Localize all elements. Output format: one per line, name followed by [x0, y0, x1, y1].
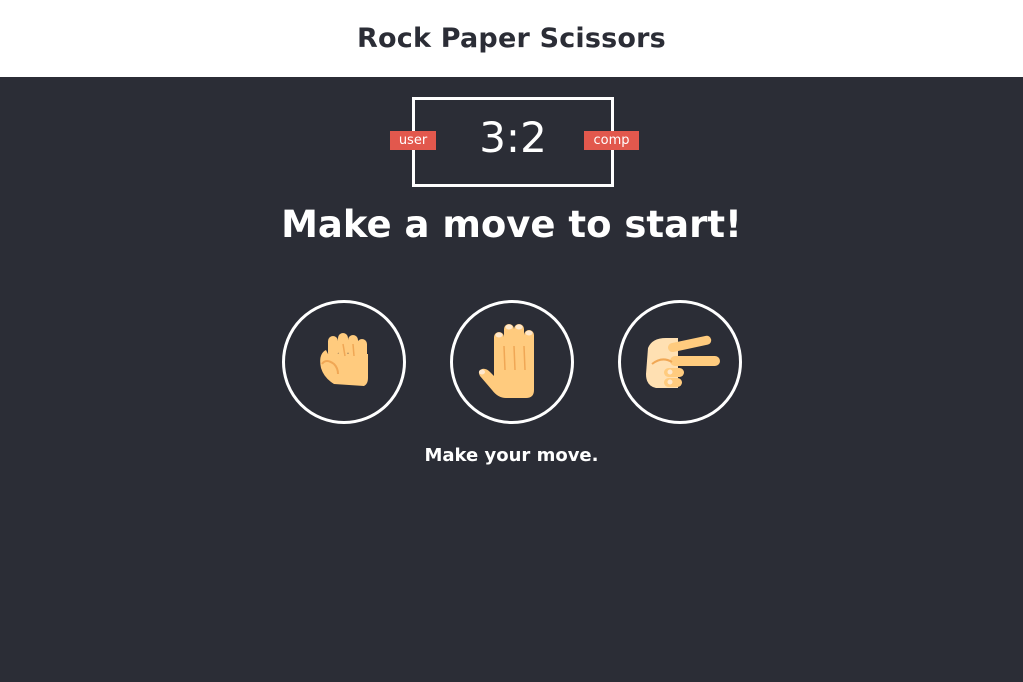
comp-score-badge: comp [584, 131, 639, 150]
user-score-badge: user [390, 131, 436, 150]
rock-button[interactable] [282, 300, 406, 424]
rock-fist-icon [320, 333, 368, 386]
action-message: Make your move. [424, 445, 599, 466]
scissors-hand-icon [646, 335, 720, 388]
paper-hand-icon [478, 324, 534, 398]
app-title: Rock Paper Scissors [357, 23, 666, 54]
result-message: Make a move to start! [281, 203, 742, 246]
score-display: 3:2 [479, 113, 547, 162]
paper-button[interactable] [450, 300, 574, 424]
scissors-button[interactable] [618, 300, 742, 424]
app-header: Rock Paper Scissors [0, 0, 1023, 77]
